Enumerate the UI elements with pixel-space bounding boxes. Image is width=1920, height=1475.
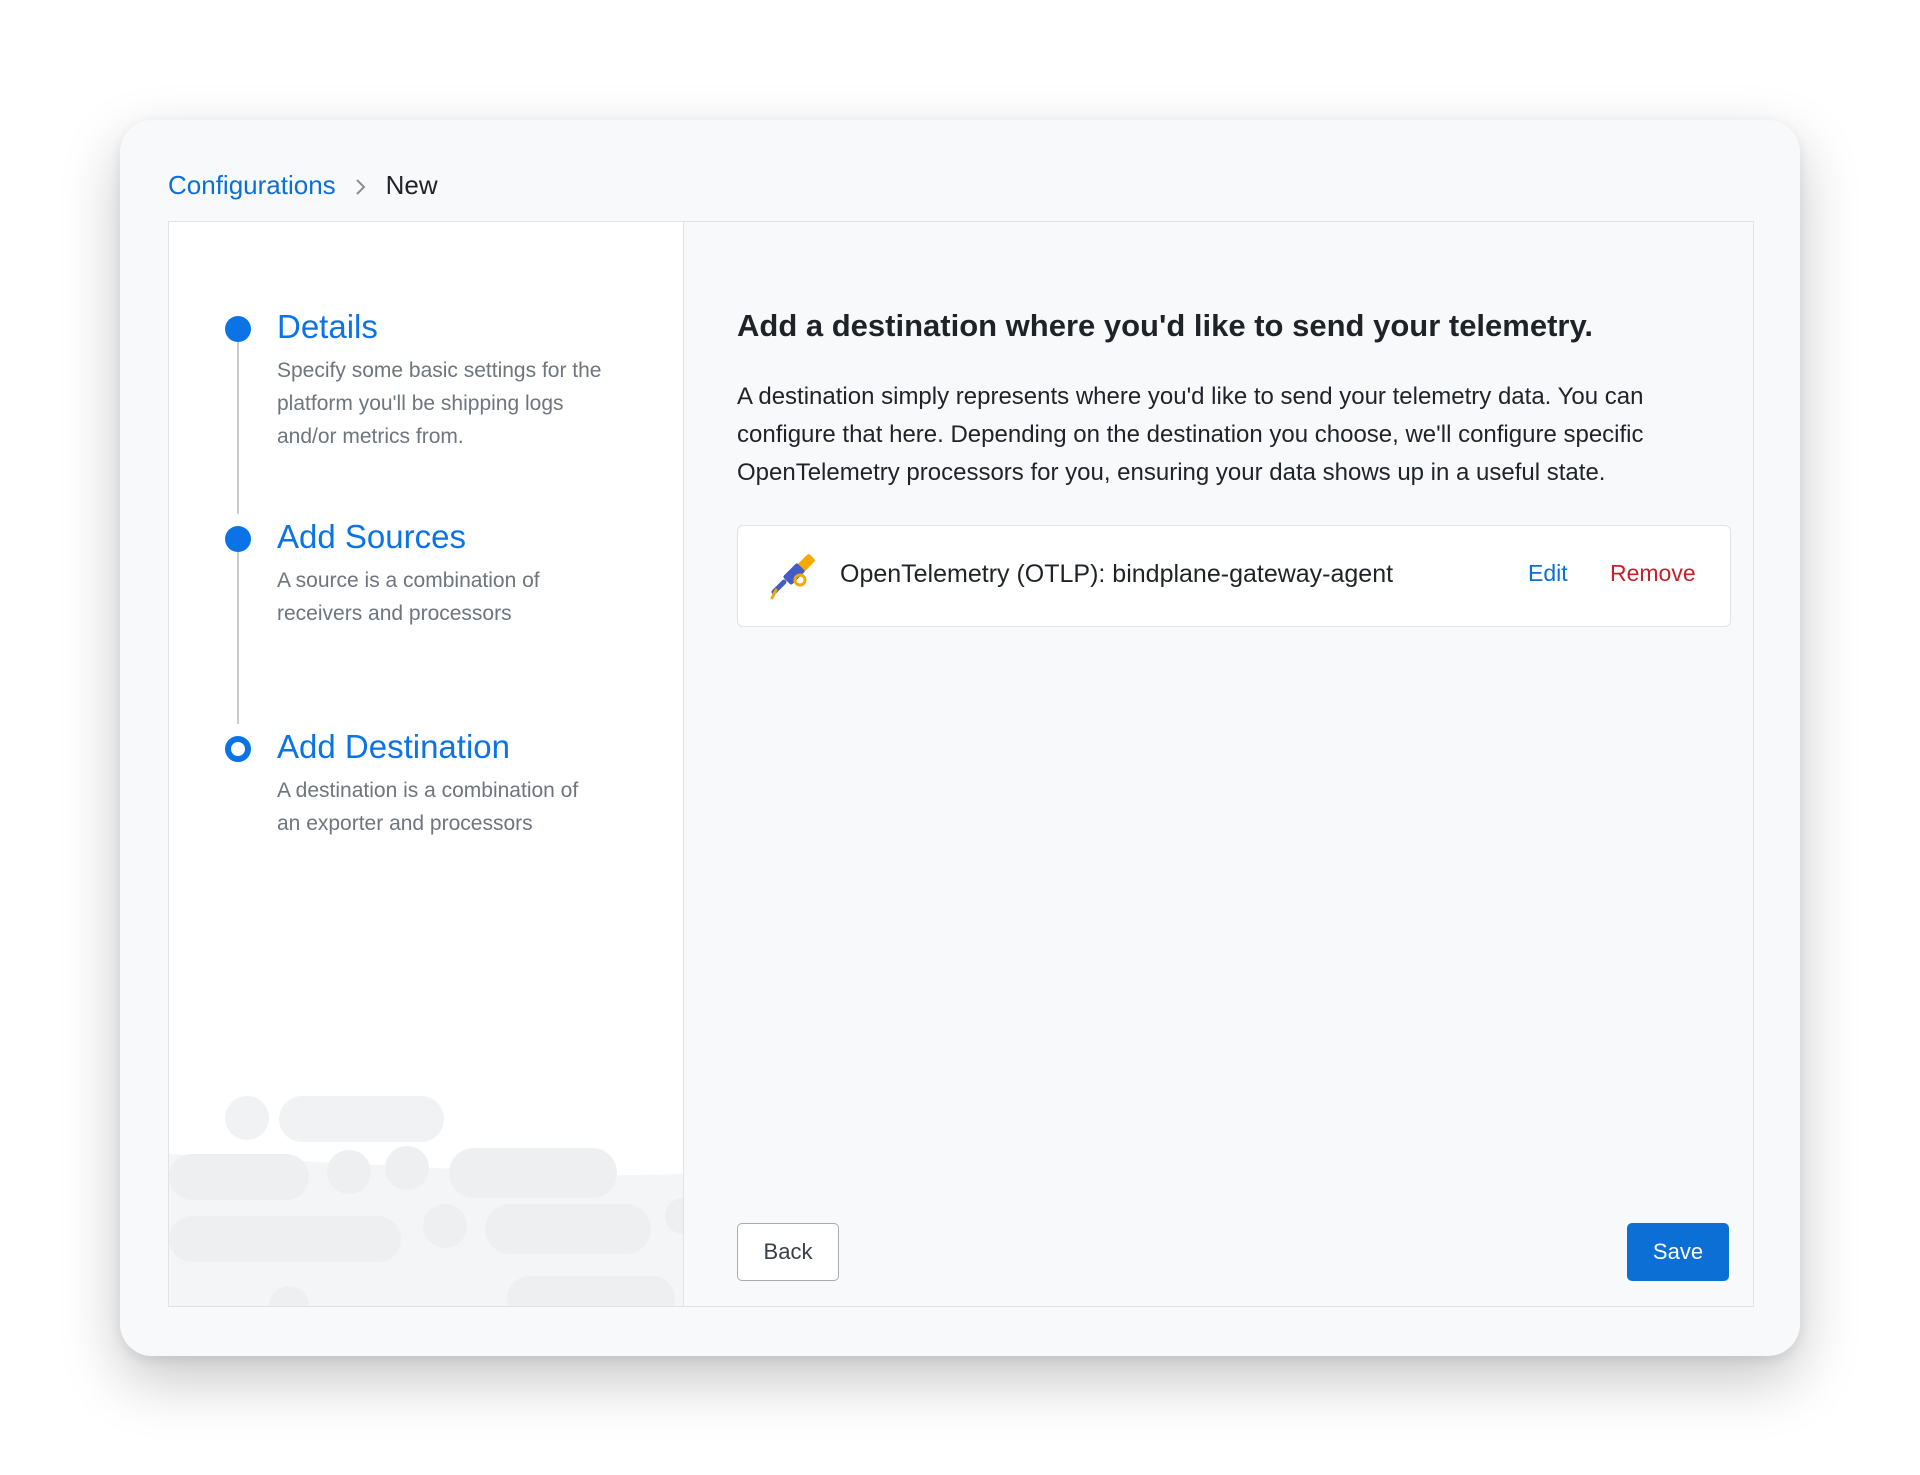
remove-destination-button[interactable]: Remove	[1610, 560, 1696, 587]
step-connector	[237, 544, 239, 724]
step-current-icon	[225, 736, 251, 762]
wizard-panel: Details Specify some basic settings for …	[168, 221, 1754, 1307]
page-description: A destination simply represents where yo…	[737, 383, 1644, 486]
step-title: Add Destination	[277, 728, 510, 765]
step-connector	[237, 334, 239, 514]
destination-card: OpenTelemetry (OTLP): bindplane-gateway-…	[737, 525, 1731, 627]
step-description: A destination is a combination of an exp…	[277, 779, 579, 835]
destination-name: OpenTelemetry (OTLP): bindplane-gateway-…	[840, 560, 1394, 588]
decorative-background	[169, 1096, 683, 1306]
breadcrumb-current: New	[385, 169, 438, 200]
back-button[interactable]: Back	[737, 1223, 839, 1281]
step-description: Specify some basic settings for the plat…	[277, 359, 602, 448]
step-complete-icon	[225, 526, 251, 552]
edit-destination-button[interactable]: Edit	[1528, 560, 1568, 587]
step-complete-icon	[225, 316, 251, 342]
app-window: Configurations New Details Specify some …	[120, 120, 1800, 1356]
page-heading: Add a destination where you'd like to se…	[737, 308, 1594, 343]
breadcrumb: Configurations New	[168, 160, 438, 210]
step-title: Details	[277, 308, 378, 345]
step-description: A source is a combination of receivers a…	[277, 569, 540, 625]
step-title: Add Sources	[277, 518, 466, 555]
chevron-right-icon	[336, 170, 386, 201]
save-button[interactable]: Save	[1627, 1223, 1729, 1281]
breadcrumb-configurations-link[interactable]: Configurations	[168, 170, 336, 201]
steps-sidebar: Details Specify some basic settings for …	[169, 222, 684, 1306]
main-content: Add a destination where you'd like to se…	[685, 222, 1753, 1306]
opentelemetry-telescope-icon	[770, 552, 820, 602]
